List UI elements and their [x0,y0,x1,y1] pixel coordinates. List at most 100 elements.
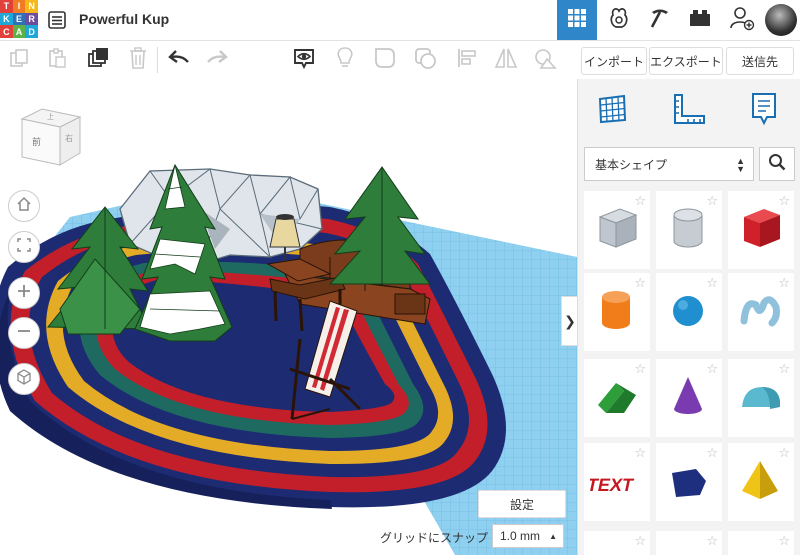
gallery-button[interactable] [599,0,639,40]
eye-note-icon [292,46,316,75]
workplane-grid-icon [596,93,628,130]
shape-button[interactable] [370,45,400,75]
paste-icon [47,47,67,73]
grid-view-icon [567,8,587,33]
gallery-icon [607,5,631,36]
logo-letter: C [0,25,13,38]
avatar[interactable] [765,4,797,36]
shape-tile-box-hole[interactable]: ☆ [584,191,650,269]
workplane-viewport[interactable]: 前 右 上 ❯ 設定 グリッドにスナップ 1.0 mm ▲ [0,79,577,555]
shape-tile-text[interactable]: ☆ TEXT [584,443,650,521]
pyramid-icon [742,461,778,499]
snap-grid-value: 1.0 mm [500,529,541,543]
shapes-panel: 基本シェイプ ▲ ▼ ☆ ☆ ☆ ☆ ☆ ☆ ☆ ☆ ☆ ☆ TEXT ☆ ☆ ☆… [577,79,800,555]
view-cube-top-label: 上 [47,114,54,121]
shape-library-value: 基本シェイプ [595,157,668,172]
duplicate-button[interactable] [83,45,113,75]
logo-letter: A [12,25,26,38]
notes-tool-button[interactable] [744,91,784,131]
ruler-tool-button[interactable] [669,91,709,131]
paste-button[interactable] [42,45,72,75]
home-view-button[interactable] [8,190,40,222]
minus-icon [16,323,32,344]
design-list-icon[interactable] [47,10,67,30]
grid-view-button[interactable] [557,0,597,40]
undo-icon [168,49,190,71]
redo-icon [206,49,228,71]
export-button[interactable]: エクスポート [649,47,723,75]
shape-tile-cylinder[interactable]: ☆ [584,273,650,351]
view-cube[interactable]: 前 右 上 [12,103,84,167]
shape-library-select[interactable]: 基本シェイプ ▲ ▼ [584,147,754,181]
workplane-settings-button[interactable]: 設定 [478,490,566,518]
import-button[interactable]: インポート [581,47,647,75]
snap-grid-label: グリッドにスナップ [380,531,489,545]
delete-button[interactable] [123,45,153,75]
redo-button[interactable] [202,45,232,75]
light-button[interactable] [330,45,360,75]
bricks-button[interactable] [680,0,720,40]
logo-letter: E [12,12,26,26]
shape-tile-scribble[interactable]: ☆ [728,273,794,351]
shape-tile-pyramid[interactable]: ☆ [728,443,794,521]
shape-tile-roof[interactable]: ☆ [584,359,650,437]
logo-letter: R [25,12,38,26]
chevron-right-icon: ❯ [564,312,576,329]
workplane-tool-button[interactable] [592,91,632,131]
cube-icon [16,368,32,390]
zoom-out-button[interactable] [8,317,40,349]
caret-up-icon: ▲ [549,532,557,541]
snap-grid-select[interactable]: 1.0 mm ▲ [492,524,564,548]
shape-tile-row5-a[interactable]: ☆ [584,531,650,555]
send-to-button[interactable]: 送信先 [726,47,794,75]
collapse-panel-button[interactable]: ❯ [561,296,577,346]
hole-shape-icon [413,46,437,75]
group-button[interactable] [530,45,560,75]
shape-tile-sphere[interactable]: ☆ [656,273,722,351]
notes-button[interactable] [289,45,319,75]
mirror-button[interactable] [491,45,521,75]
add-user-icon [729,5,755,36]
fit-view-icon [16,237,32,258]
add-user-button[interactable] [722,0,762,40]
view-cube-right-label: 右 [65,134,73,143]
star-icon[interactable]: ☆ [634,533,646,549]
perspective-button[interactable] [8,363,40,395]
minecraft-button[interactable] [640,0,680,40]
shape-tile-row5-b[interactable]: ☆ [656,531,722,555]
star-icon[interactable]: ☆ [706,533,718,549]
shape-tile-cone[interactable]: ☆ [656,359,722,437]
shape-search-button[interactable] [759,147,795,181]
fit-view-button[interactable] [8,231,40,263]
sphere-icon [673,296,703,326]
text-icon: TEXT [590,475,635,495]
mirror-icon [494,47,518,74]
updown-caret-icon: ▲ ▼ [736,156,745,174]
star-icon[interactable]: ☆ [778,533,790,549]
copy-button[interactable] [4,45,34,75]
tinkercad-logo[interactable]: TINKERCAD [0,0,38,38]
shape-tile-polygon[interactable]: ☆ [656,443,722,521]
duplicate-icon [87,47,109,74]
shape-tile-box[interactable]: ☆ [728,191,794,269]
3d-scene[interactable] [0,79,577,555]
cone-icon [674,377,702,414]
shape-tile-row5-c[interactable]: ☆ [728,531,794,555]
align-button[interactable] [452,45,482,75]
scribble-icon [740,296,780,327]
round-roof-icon [742,387,780,409]
copy-icon [9,48,29,73]
shape-tile-round-roof[interactable]: ☆ [728,359,794,437]
blocks-icon [689,9,711,32]
hole-button[interactable] [410,45,440,75]
undo-button[interactable] [164,45,194,75]
box-icon [744,209,780,247]
design-title[interactable]: Powerful Kup [79,11,169,27]
zoom-in-button[interactable] [8,277,40,309]
home-icon [16,196,32,217]
edit-toolbar [0,41,577,80]
logo-letter: N [25,0,38,13]
cylinder-icon [602,291,630,329]
plus-icon [16,283,32,304]
shape-tile-cylinder-hole[interactable]: ☆ [656,191,722,269]
